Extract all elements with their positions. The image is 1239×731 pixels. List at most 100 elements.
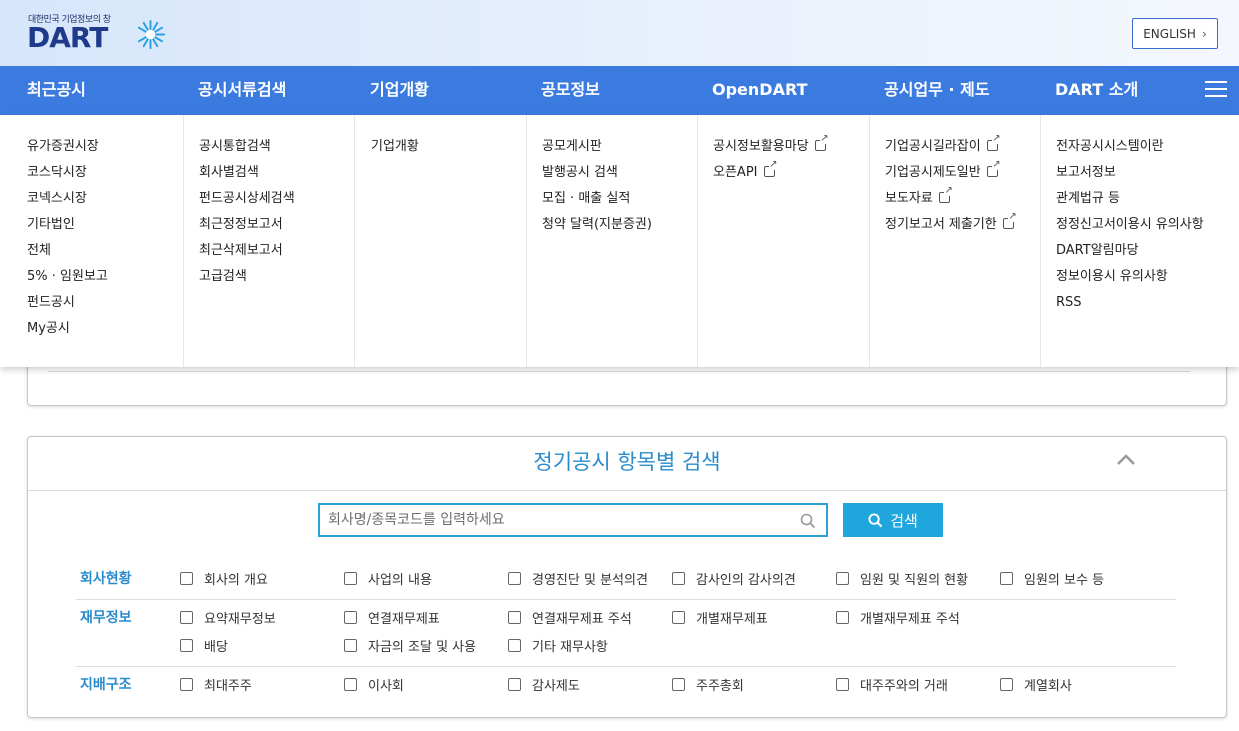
nav-offering-info[interactable]: 공모정보 bbox=[541, 66, 600, 115]
checkbox[interactable] bbox=[672, 678, 685, 691]
checkbox[interactable] bbox=[836, 572, 849, 585]
checkbox[interactable] bbox=[508, 611, 521, 624]
main-nav: 최근공시 공시서류검색 기업개황 공모정보 OpenDART 공시업무 · 제도… bbox=[0, 66, 1239, 115]
nav-disclosure-system[interactable]: 공시업무 · 제도 bbox=[884, 66, 990, 115]
menu-link[interactable]: 기타법인 bbox=[27, 217, 183, 243]
checkbox[interactable] bbox=[344, 572, 357, 585]
checkbox[interactable] bbox=[508, 678, 521, 691]
checkbox[interactable] bbox=[672, 611, 685, 624]
checkbox[interactable] bbox=[836, 611, 849, 624]
checkbox-label: 경영진단 및 분석의견 bbox=[532, 573, 648, 588]
menu-link[interactable]: 정기보고서 제출기한 bbox=[885, 212, 1040, 243]
menu-link[interactable]: 코스닥시장 bbox=[27, 165, 183, 191]
checkbox-option[interactable]: 자금의 조달 및 사용 bbox=[344, 636, 476, 655]
checkbox[interactable] bbox=[1000, 572, 1013, 585]
menu-link[interactable]: 최근정정보고서 bbox=[199, 217, 354, 243]
menu-link[interactable]: 회사별검색 bbox=[199, 165, 354, 191]
nav-recent-disclosure[interactable]: 최근공시 bbox=[27, 66, 86, 115]
checkbox-option[interactable]: 사업의 내용 bbox=[344, 569, 432, 588]
checkbox-label: 기타 재무사항 bbox=[532, 640, 608, 655]
menu-link[interactable]: 5% · 임원보고 bbox=[27, 269, 183, 295]
menu-link[interactable]: 오픈API bbox=[713, 160, 869, 191]
dart-logo[interactable]: 대한민국 기업정보의 창 DART bbox=[27, 12, 177, 56]
checkbox-option[interactable]: 개별재무제표 bbox=[672, 608, 768, 627]
checkbox-option[interactable]: 임원의 보수 등 bbox=[1000, 569, 1104, 588]
checkbox-option[interactable]: 임원 및 직원의 현황 bbox=[836, 569, 968, 588]
checkbox-option[interactable]: 최대주주 bbox=[180, 675, 252, 694]
checkbox[interactable] bbox=[344, 678, 357, 691]
search-button[interactable]: 검색 bbox=[843, 503, 943, 537]
nav-opendart[interactable]: OpenDART bbox=[712, 66, 807, 115]
checkbox-option[interactable]: 이사회 bbox=[344, 675, 404, 694]
checkbox-option[interactable]: 대주주와의 거래 bbox=[836, 675, 948, 694]
menu-link[interactable]: My공시 bbox=[27, 321, 183, 347]
menu-link[interactable]: RSS bbox=[1056, 295, 1239, 321]
menu-link[interactable]: 펀드공시 bbox=[27, 295, 183, 321]
checkbox[interactable] bbox=[180, 678, 193, 691]
checkbox[interactable] bbox=[672, 572, 685, 585]
menu-link[interactable]: 모집 · 매출 실적 bbox=[542, 191, 697, 217]
menu-link[interactable]: 정보이용시 유의사항 bbox=[1056, 269, 1239, 295]
english-button[interactable]: ENGLISH › bbox=[1132, 18, 1218, 49]
menu-link[interactable]: 기업공시제도일반 bbox=[885, 160, 1040, 191]
menu-link-label: 정기보고서 제출기한 bbox=[885, 217, 997, 232]
menu-link[interactable]: 기업공시길라잡이 bbox=[885, 134, 1040, 165]
checkbox-option[interactable]: 경영진단 및 분석의견 bbox=[508, 569, 648, 588]
checkbox[interactable] bbox=[180, 611, 193, 624]
logo-sunburst-icon bbox=[137, 19, 166, 50]
menu-link[interactable]: 고급검색 bbox=[199, 269, 354, 295]
menu-link[interactable]: 청약 달력(지분증권) bbox=[542, 217, 697, 243]
menu-link[interactable]: 기업개황 bbox=[371, 139, 526, 165]
menu-link[interactable]: 전자공시시스템이란 bbox=[1056, 139, 1239, 165]
checkbox-option[interactable]: 배당 bbox=[180, 636, 228, 655]
nav-company-overview[interactable]: 기업개황 bbox=[370, 66, 429, 115]
checkbox-option[interactable]: 주주총회 bbox=[672, 675, 744, 694]
hamburger-menu-icon[interactable] bbox=[1205, 81, 1227, 99]
menu-link[interactable]: 펀드공시상세검색 bbox=[199, 191, 354, 217]
chevron-up-icon[interactable] bbox=[1116, 452, 1136, 466]
checkbox[interactable] bbox=[180, 572, 193, 585]
category-label-governance: 지배구조 bbox=[80, 677, 132, 693]
checkbox-option[interactable]: 개별재무제표 주석 bbox=[836, 608, 960, 627]
checkbox[interactable] bbox=[508, 639, 521, 652]
menu-column-recent: 유가증권시장 코스닥시장 코넥스시장 기타법인 전체 5% · 임원보고 펀드공… bbox=[0, 115, 183, 367]
english-button-label: ENGLISH bbox=[1143, 26, 1196, 41]
menu-link[interactable]: DART알림마당 bbox=[1056, 243, 1239, 269]
checkbox-label: 연결재무제표 주석 bbox=[532, 612, 632, 627]
checkbox[interactable] bbox=[180, 639, 193, 652]
menu-link[interactable]: 최근삭제보고서 bbox=[199, 243, 354, 269]
checkbox-option[interactable]: 연결재무제표 주석 bbox=[508, 608, 632, 627]
checkbox-option[interactable]: 계열회사 bbox=[1000, 675, 1072, 694]
checkbox[interactable] bbox=[1000, 678, 1013, 691]
checkbox-option[interactable]: 기타 재무사항 bbox=[508, 636, 608, 655]
menu-link[interactable]: 보고서정보 bbox=[1056, 165, 1239, 191]
checkbox[interactable] bbox=[344, 639, 357, 652]
nav-document-search[interactable]: 공시서류검색 bbox=[198, 66, 286, 115]
checkbox-label: 계열회사 bbox=[1024, 679, 1072, 694]
menu-link[interactable]: 코넥스시장 bbox=[27, 191, 183, 217]
menu-link[interactable]: 발행공시 검색 bbox=[542, 165, 697, 191]
menu-link[interactable]: 공모게시판 bbox=[542, 139, 697, 165]
menu-link[interactable]: 전체 bbox=[27, 243, 183, 269]
external-link-icon bbox=[763, 160, 778, 177]
external-link-icon bbox=[814, 134, 829, 151]
menu-link[interactable]: 유가증권시장 bbox=[27, 139, 183, 165]
nav-about-dart[interactable]: DART 소개 bbox=[1055, 66, 1138, 115]
checkbox-option[interactable]: 감사제도 bbox=[508, 675, 580, 694]
company-search-input[interactable] bbox=[320, 505, 790, 535]
checkbox-option[interactable]: 연결재무제표 bbox=[344, 608, 440, 627]
menu-link[interactable]: 공시정보활용마당 bbox=[713, 134, 869, 165]
menu-link[interactable]: 정정신고서이용시 유의사항 bbox=[1056, 217, 1239, 243]
checkbox-option[interactable]: 회사의 개요 bbox=[180, 569, 268, 588]
panel-divider bbox=[48, 371, 1190, 372]
checkbox-label: 감사제도 bbox=[532, 679, 580, 694]
menu-link[interactable]: 관계법규 등 bbox=[1056, 191, 1239, 217]
checkbox-label: 사업의 내용 bbox=[368, 573, 432, 588]
checkbox-label: 자금의 조달 및 사용 bbox=[368, 640, 477, 655]
checkbox-option[interactable]: 감사인의 감사의견 bbox=[672, 569, 796, 588]
checkbox[interactable] bbox=[344, 611, 357, 624]
checkbox[interactable] bbox=[508, 572, 521, 585]
checkbox[interactable] bbox=[836, 678, 849, 691]
menu-link[interactable]: 공시통합검색 bbox=[199, 139, 354, 165]
checkbox-option[interactable]: 요약재무정보 bbox=[180, 608, 276, 627]
